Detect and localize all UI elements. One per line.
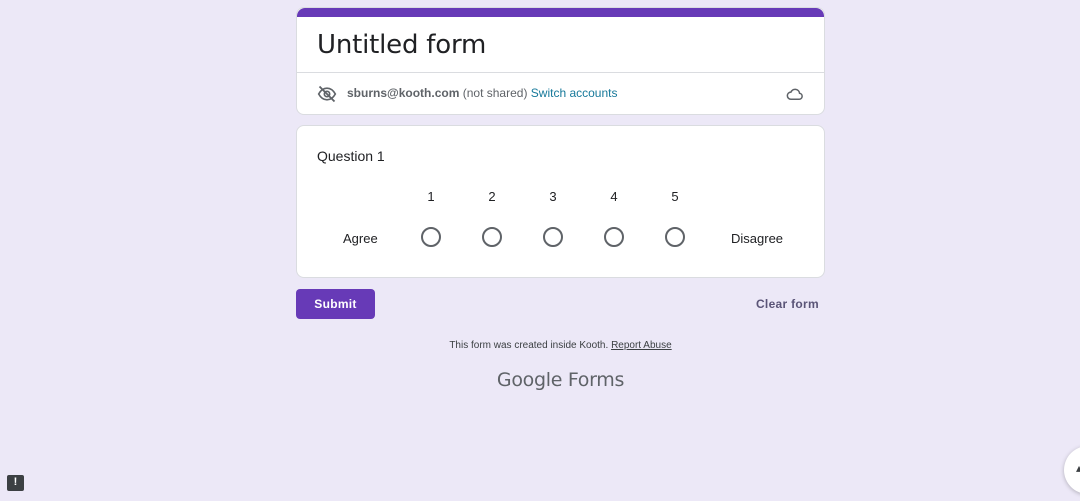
- submit-button[interactable]: Submit: [296, 289, 375, 319]
- account-row: sburns@kooth.com (not shared) Switch acc…: [297, 73, 824, 114]
- switch-accounts-link[interactable]: Switch accounts: [531, 86, 618, 100]
- scale-number: 4: [610, 189, 618, 204]
- scale-option-4: 4: [599, 186, 629, 247]
- form-container: Untitled form sburns@kooth.com (not shar…: [296, 7, 825, 391]
- footer-note: This form was created inside Kooth. Repo…: [296, 340, 825, 351]
- floating-action-button[interactable]: ▴: [1064, 446, 1080, 494]
- brand-forms: Forms: [567, 369, 625, 391]
- brand-google: Google: [496, 369, 563, 391]
- scale-radio-2[interactable]: [482, 227, 502, 247]
- account-info: sburns@kooth.com (not shared) Switch acc…: [347, 86, 618, 100]
- form-actions: Submit Clear form: [296, 288, 825, 320]
- eye-off-icon: [317, 85, 337, 103]
- footer-note-text: This form was created inside Kooth.: [449, 340, 609, 351]
- scale-number: 1: [427, 189, 435, 204]
- scale-number: 5: [671, 189, 679, 204]
- scale-radio-4[interactable]: [604, 227, 624, 247]
- scale-low-label: Agree: [343, 231, 378, 246]
- scale-option-5: 5: [660, 186, 690, 247]
- feedback-icon[interactable]: !: [7, 475, 24, 491]
- scale-radio-5[interactable]: [665, 227, 685, 247]
- form-title: Untitled form: [317, 30, 487, 60]
- form-header-card: Untitled form sburns@kooth.com (not shar…: [296, 7, 825, 115]
- scale-radio-3[interactable]: [543, 227, 563, 247]
- fab-icon: ▴: [1076, 461, 1080, 475]
- scale-high-label: Disagree: [731, 231, 784, 246]
- linear-scale: Agree 1 2 3 4 5 Disagree: [297, 186, 824, 266]
- question-title: Question 1: [317, 148, 385, 164]
- scale-option-3: 3: [538, 186, 568, 247]
- clear-form-button[interactable]: Clear form: [756, 297, 819, 311]
- question-card: Question 1 Agree 1 2 3 4 5 Disagree: [296, 125, 825, 278]
- cloud-icon[interactable]: [786, 85, 804, 103]
- scale-option-1: 1: [416, 186, 446, 247]
- account-sharing-note: (not shared): [462, 86, 528, 100]
- scale-option-2: 2: [477, 186, 507, 247]
- accent-bar: [297, 8, 824, 17]
- scale-radio-1[interactable]: [421, 227, 441, 247]
- account-email: sburns@kooth.com: [347, 86, 460, 100]
- google-forms-logo[interactable]: Google Forms: [296, 369, 825, 391]
- scale-number: 3: [549, 189, 557, 204]
- scale-number: 2: [488, 189, 496, 204]
- report-abuse-link[interactable]: Report Abuse: [611, 340, 672, 351]
